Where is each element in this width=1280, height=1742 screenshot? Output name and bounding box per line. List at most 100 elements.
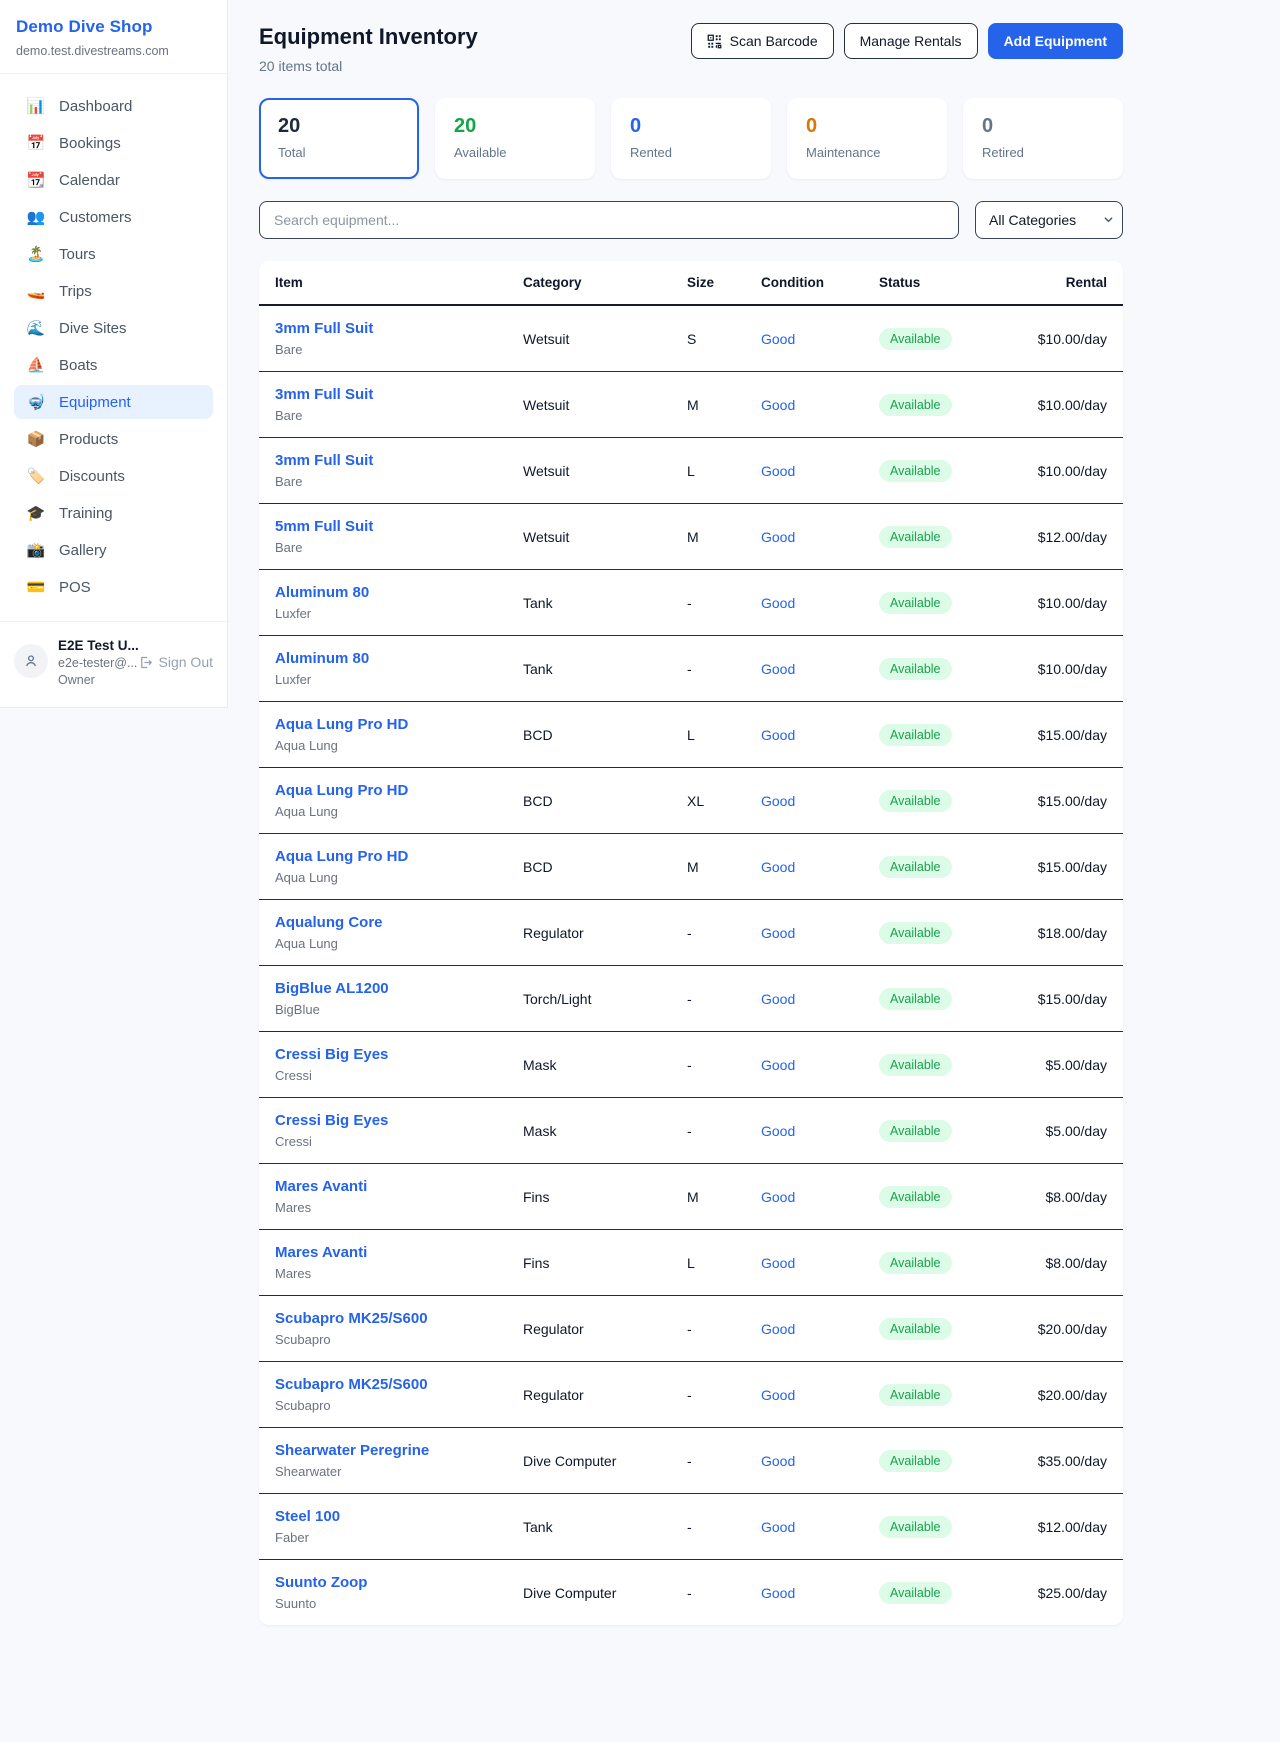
category-select[interactable]: All Categories [975, 201, 1123, 239]
status-badge: Available [879, 1252, 952, 1274]
search-input[interactable] [259, 201, 959, 239]
equipment-name-link[interactable]: 3mm Full Suit [275, 320, 491, 337]
table-row: Aqua Lung Pro HD Aqua Lung BCD XL Good A… [259, 768, 1123, 834]
equipment-name-link[interactable]: 5mm Full Suit [275, 518, 491, 535]
sidebar-header: Demo Dive Shop demo.test.divestreams.com [0, 0, 227, 74]
condition-link[interactable]: Good [761, 529, 795, 545]
condition-link[interactable]: Good [761, 991, 795, 1007]
condition-link[interactable]: Good [761, 331, 795, 347]
condition-link[interactable]: Good [761, 595, 795, 611]
equipment-name-link[interactable]: Aqualung Core [275, 914, 491, 931]
item-cell: 3mm Full Suit Bare [259, 372, 507, 438]
category-cell: Dive Computer [507, 1560, 671, 1626]
condition-link[interactable]: Good [761, 1255, 795, 1271]
equipment-name-link[interactable]: BigBlue AL1200 [275, 980, 491, 997]
condition-link[interactable]: Good [761, 1123, 795, 1139]
page-header: Equipment Inventory 20 items total [259, 14, 1123, 74]
equipment-name-link[interactable]: Shearwater Peregrine [275, 1442, 491, 1459]
size-cell: - [671, 1428, 745, 1494]
sidebar-item[interactable]: 👥 Customers [14, 200, 213, 234]
main-area: Equipment Inventory 20 items total [228, 0, 1123, 1625]
stat-card[interactable]: 0 Retired [963, 98, 1123, 179]
condition-link[interactable]: Good [761, 1057, 795, 1073]
condition-link[interactable]: Good [761, 1189, 795, 1205]
item-cell: Suunto Zoop Suunto [259, 1560, 507, 1626]
equipment-name-link[interactable]: 3mm Full Suit [275, 386, 491, 403]
table-row: Mares Avanti Mares Fins M Good Available [259, 1164, 1123, 1230]
equipment-brand: Aqua Lung [275, 936, 491, 951]
condition-link[interactable]: Good [761, 727, 795, 743]
rental-cell: $15.00/day [1013, 834, 1123, 900]
condition-link[interactable]: Good [761, 859, 795, 875]
category-cell: Regulator [507, 1362, 671, 1428]
size-cell: M [671, 1164, 745, 1230]
sidebar-item[interactable]: ⛵ Boats [14, 348, 213, 382]
tear-off-calendar-icon: 📆 [26, 171, 46, 189]
sidebar-item[interactable]: 💳 POS [14, 570, 213, 604]
stat-card[interactable]: 20 Total [259, 98, 419, 179]
equipment-name-link[interactable]: Aluminum 80 [275, 650, 491, 667]
sidebar-item[interactable]: 🏷️ Discounts [14, 459, 213, 493]
equipment-name-link[interactable]: Aluminum 80 [275, 584, 491, 601]
equipment-name-link[interactable]: Cressi Big Eyes [275, 1112, 491, 1129]
category-cell: Tank [507, 1494, 671, 1560]
condition-link[interactable]: Good [761, 925, 795, 941]
item-cell: Aqua Lung Pro HD Aqua Lung [259, 768, 507, 834]
sign-out-label: Sign Out [159, 654, 213, 670]
sidebar-item[interactable]: 🎓 Training [14, 496, 213, 530]
condition-cell: Good [745, 1362, 863, 1428]
condition-link[interactable]: Good [761, 397, 795, 413]
sign-out-button[interactable]: Sign Out [138, 654, 213, 670]
sidebar-item[interactable]: 📆 Calendar [14, 163, 213, 197]
rental-cell: $10.00/day [1013, 372, 1123, 438]
condition-link[interactable]: Good [761, 1519, 795, 1535]
equipment-name-link[interactable]: Scubapro MK25/S600 [275, 1376, 491, 1393]
condition-link[interactable]: Good [761, 1387, 795, 1403]
equipment-name-link[interactable]: Cressi Big Eyes [275, 1046, 491, 1063]
equipment-name-link[interactable]: 3mm Full Suit [275, 452, 491, 469]
condition-link[interactable]: Good [761, 1585, 795, 1601]
condition-link[interactable]: Good [761, 1453, 795, 1469]
category-cell: BCD [507, 834, 671, 900]
equipment-name-link[interactable]: Suunto Zoop [275, 1574, 491, 1591]
equipment-name-link[interactable]: Aqua Lung Pro HD [275, 782, 491, 799]
table-row: Cressi Big Eyes Cressi Mask - Good Avail… [259, 1032, 1123, 1098]
sidebar-item[interactable]: 📦 Products [14, 422, 213, 456]
item-cell: Aqualung Core Aqua Lung [259, 900, 507, 966]
condition-link[interactable]: Good [761, 463, 795, 479]
condition-cell: Good [745, 834, 863, 900]
equipment-name-link[interactable]: Steel 100 [275, 1508, 491, 1525]
sidebar-item[interactable]: 🏝️ Tours [14, 237, 213, 271]
stat-label: Retired [982, 145, 1104, 160]
condition-link[interactable]: Good [761, 793, 795, 809]
equipment-brand: Shearwater [275, 1464, 491, 1479]
equipment-name-link[interactable]: Aqua Lung Pro HD [275, 848, 491, 865]
category-cell: Mask [507, 1032, 671, 1098]
equipment-brand: Bare [275, 408, 491, 423]
sidebar-item[interactable]: 📅 Bookings [14, 126, 213, 160]
sidebar-item[interactable]: 📸 Gallery [14, 533, 213, 567]
stat-card[interactable]: 0 Rented [611, 98, 771, 179]
stat-card[interactable]: 0 Maintenance [787, 98, 947, 179]
equipment-name-link[interactable]: Mares Avanti [275, 1244, 491, 1261]
condition-link[interactable]: Good [761, 1321, 795, 1337]
sidebar-item[interactable]: 🤿 Equipment [14, 385, 213, 419]
sidebar-item[interactable]: 🚤 Trips [14, 274, 213, 308]
equipment-name-link[interactable]: Scubapro MK25/S600 [275, 1310, 491, 1327]
equipment-name-link[interactable]: Aqua Lung Pro HD [275, 716, 491, 733]
stat-card[interactable]: 20 Available [435, 98, 595, 179]
sidebar-item[interactable]: 📊 Dashboard [14, 89, 213, 123]
graduation-cap-icon: 🎓 [26, 504, 46, 522]
manage-rentals-button[interactable]: Manage Rentals [844, 23, 978, 59]
equipment-name-link[interactable]: Mares Avanti [275, 1178, 491, 1195]
scan-barcode-button[interactable]: Scan Barcode [691, 23, 834, 59]
size-cell: - [671, 900, 745, 966]
column-header-size: Size [671, 261, 745, 305]
equipment-brand: Scubapro [275, 1332, 491, 1347]
stats-row: 20 Total 20 Available 0 Rented 0 [259, 98, 1123, 179]
category-cell: BCD [507, 768, 671, 834]
add-equipment-button[interactable]: Add Equipment [988, 23, 1123, 59]
condition-link[interactable]: Good [761, 661, 795, 677]
sidebar-item[interactable]: 🌊 Dive Sites [14, 311, 213, 345]
shop-name[interactable]: Demo Dive Shop [16, 17, 211, 37]
